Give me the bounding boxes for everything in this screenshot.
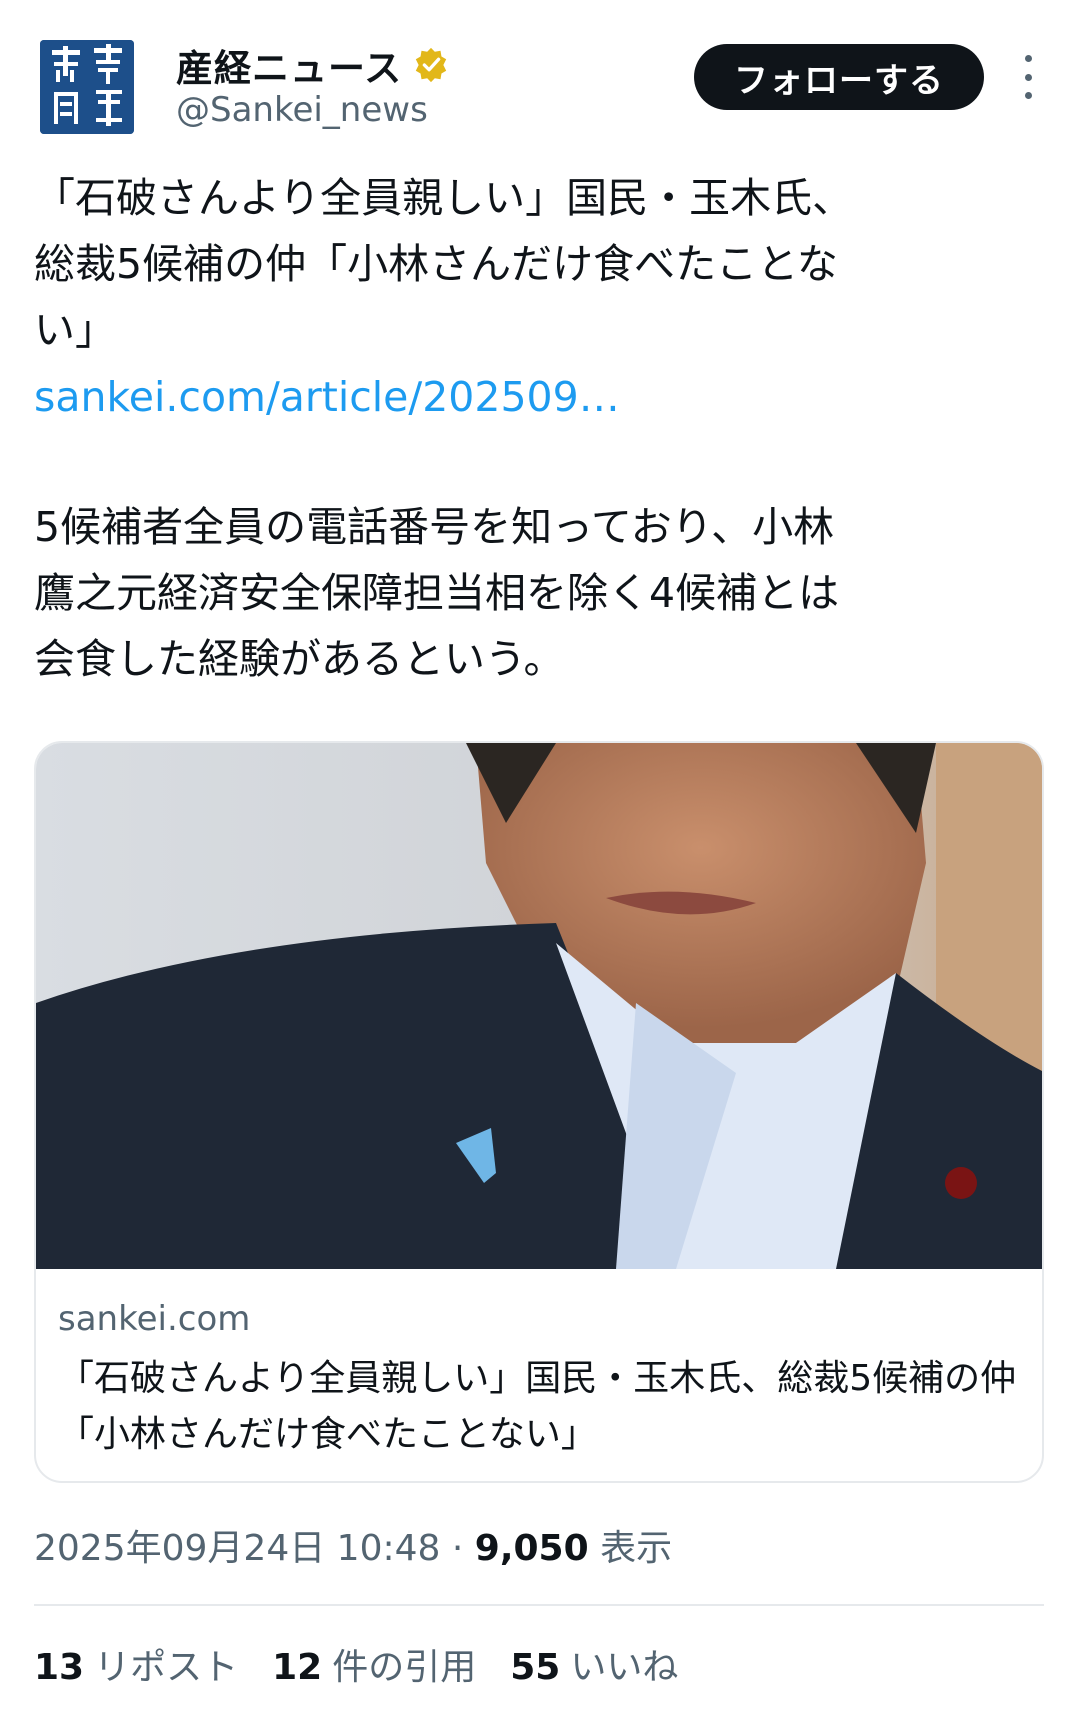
tweet-headline: 「石破さんより全員親しい」国民・玉木氏、 総裁5候補の仲「小林さんだけ食べたこと… xyxy=(34,174,854,354)
reposts-label: リポスト xyxy=(94,1647,239,1688)
views-count: 9,050 xyxy=(474,1528,589,1569)
sankei-logo-icon xyxy=(40,40,134,134)
tweet-body: 5候補者全員の電話番号を知っており、小林 鷹之元経済安全保障担当相を除く4候補と… xyxy=(34,503,840,683)
engagement-stats: 13 リポスト 12 件の引用 55 いいね xyxy=(34,1638,712,1690)
card-title: 「石破さんより全員親しい」国民・玉木氏、総裁5候補の仲「小林さんだけ食べたことな… xyxy=(58,1358,1017,1455)
verified-badge-icon xyxy=(415,47,447,83)
card-domain: sankei.com xyxy=(58,1299,251,1339)
quotes-count: 12 xyxy=(272,1647,323,1688)
reposts-count: 13 xyxy=(34,1647,85,1688)
dot xyxy=(1024,73,1032,81)
account-name[interactable]: 産経ニュース xyxy=(176,38,402,92)
quotes-label: 件の引用 xyxy=(332,1647,477,1688)
dot xyxy=(1024,92,1032,99)
link-preview-card[interactable]: sankei.com 「石破さんより全員親しい」国民・玉木氏、総裁5候補の仲「小… xyxy=(34,741,1044,1483)
tweet-datetime[interactable]: 2025年09月24日 10:48 xyxy=(34,1528,440,1569)
divider xyxy=(34,1604,1044,1606)
likes-label: いいね xyxy=(570,1647,679,1688)
account-handle[interactable]: @Sankei_news xyxy=(176,90,428,130)
article-photo xyxy=(36,743,1042,1269)
more-options-icon[interactable] xyxy=(1010,55,1046,99)
tweet-header: 産経ニュース @Sankei_news フォローする xyxy=(0,0,1080,150)
dot xyxy=(1024,55,1032,62)
likes-stat[interactable]: 55 いいね xyxy=(510,1638,678,1690)
quotes-stat[interactable]: 12 件の引用 xyxy=(272,1638,476,1690)
reposts-stat[interactable]: 13 リポスト xyxy=(34,1638,238,1690)
views-label: 表示 xyxy=(600,1528,673,1569)
tweet-meta: 2025年09月24日 10:48 · 9,050 表示 xyxy=(34,1519,672,1571)
follow-button[interactable]: フォローする xyxy=(694,44,984,110)
meta-separator: · xyxy=(440,1528,475,1569)
account-avatar[interactable] xyxy=(40,40,134,134)
likes-count: 55 xyxy=(510,1647,561,1688)
tweet-link[interactable]: sankei.com/article/202509… xyxy=(34,364,620,430)
account-name-row: 産経ニュース xyxy=(176,38,450,92)
